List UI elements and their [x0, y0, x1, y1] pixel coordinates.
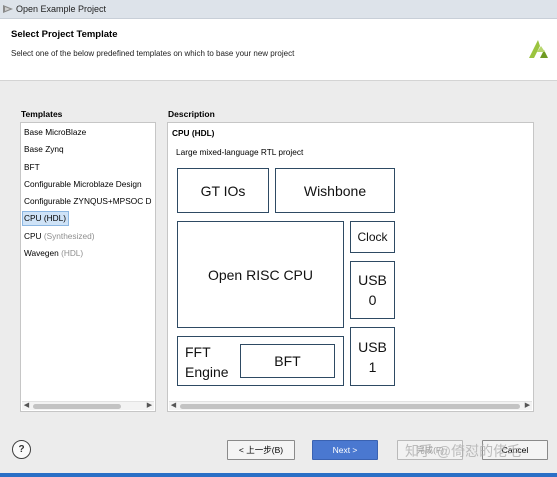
description-hscrollbar[interactable]: ◀ ▶ [169, 401, 532, 410]
window-titlebar: Open Example Project [0, 0, 557, 19]
window-title: Open Example Project [16, 4, 107, 14]
scroll-left-icon[interactable]: ◀ [22, 402, 31, 410]
usb0-block: USB 0 [350, 261, 395, 319]
template-item[interactable]: CPU (Synthesized) [23, 230, 95, 243]
scroll-right-icon[interactable]: ▶ [145, 402, 154, 410]
taskbar-strip [0, 473, 557, 477]
template-item[interactable]: Wavegen (HDL) [23, 247, 83, 260]
xilinx-logo-icon [529, 40, 548, 58]
fft-engine-block: FFT Engine BFT [177, 336, 344, 386]
template-item[interactable]: BFT [23, 161, 40, 174]
scroll-right-icon[interactable]: ▶ [523, 402, 532, 410]
wizard-header: Select Project Template Select one of th… [0, 19, 557, 81]
description-title: CPU (HDL) [172, 128, 215, 138]
next-button[interactable]: Next > [312, 440, 378, 460]
bft-block: BFT [240, 344, 335, 378]
help-button[interactable]: ? [12, 440, 31, 459]
templates-hscrollbar[interactable]: ◀ ▶ [22, 401, 154, 410]
usb1-block: USB 1 [350, 327, 395, 386]
vivado-app-icon [3, 5, 13, 13]
scroll-thumb[interactable] [33, 404, 121, 409]
description-text: Large mixed-language RTL project [176, 147, 304, 157]
template-item-selected[interactable]: CPU (HDL) [22, 211, 69, 226]
wishbone-block: Wishbone [275, 168, 395, 213]
templates-label: Templates [21, 109, 63, 119]
page-subtitle: Select one of the below predefined templ… [11, 49, 295, 58]
page-title: Select Project Template [11, 29, 118, 40]
scroll-thumb[interactable] [180, 404, 520, 409]
template-item[interactable]: Configurable Microblaze Design [23, 178, 142, 191]
back-button[interactable]: < 上一步(B) [227, 440, 295, 460]
watermark-text: 知乎 @倚怼的佬毛 [405, 443, 522, 459]
template-item[interactable]: Configurable ZYNQUS+MPSOC D [23, 195, 152, 208]
clock-block: Clock [350, 221, 395, 253]
open-risc-cpu-block: Open RISC CPU [177, 221, 344, 328]
templates-list[interactable]: Base MicroBlaze Base Zynq BFT Configurab… [20, 122, 156, 412]
scroll-left-icon[interactable]: ◀ [169, 402, 178, 410]
description-panel: CPU (HDL) Large mixed-language RTL proje… [167, 122, 534, 412]
template-item[interactable]: Base Zynq [23, 143, 64, 156]
description-label: Description [168, 109, 215, 119]
gt-ios-block: GT IOs [177, 168, 269, 213]
template-item[interactable]: Base MicroBlaze [23, 126, 86, 139]
fft-engine-label: FFT Engine [185, 344, 229, 380]
